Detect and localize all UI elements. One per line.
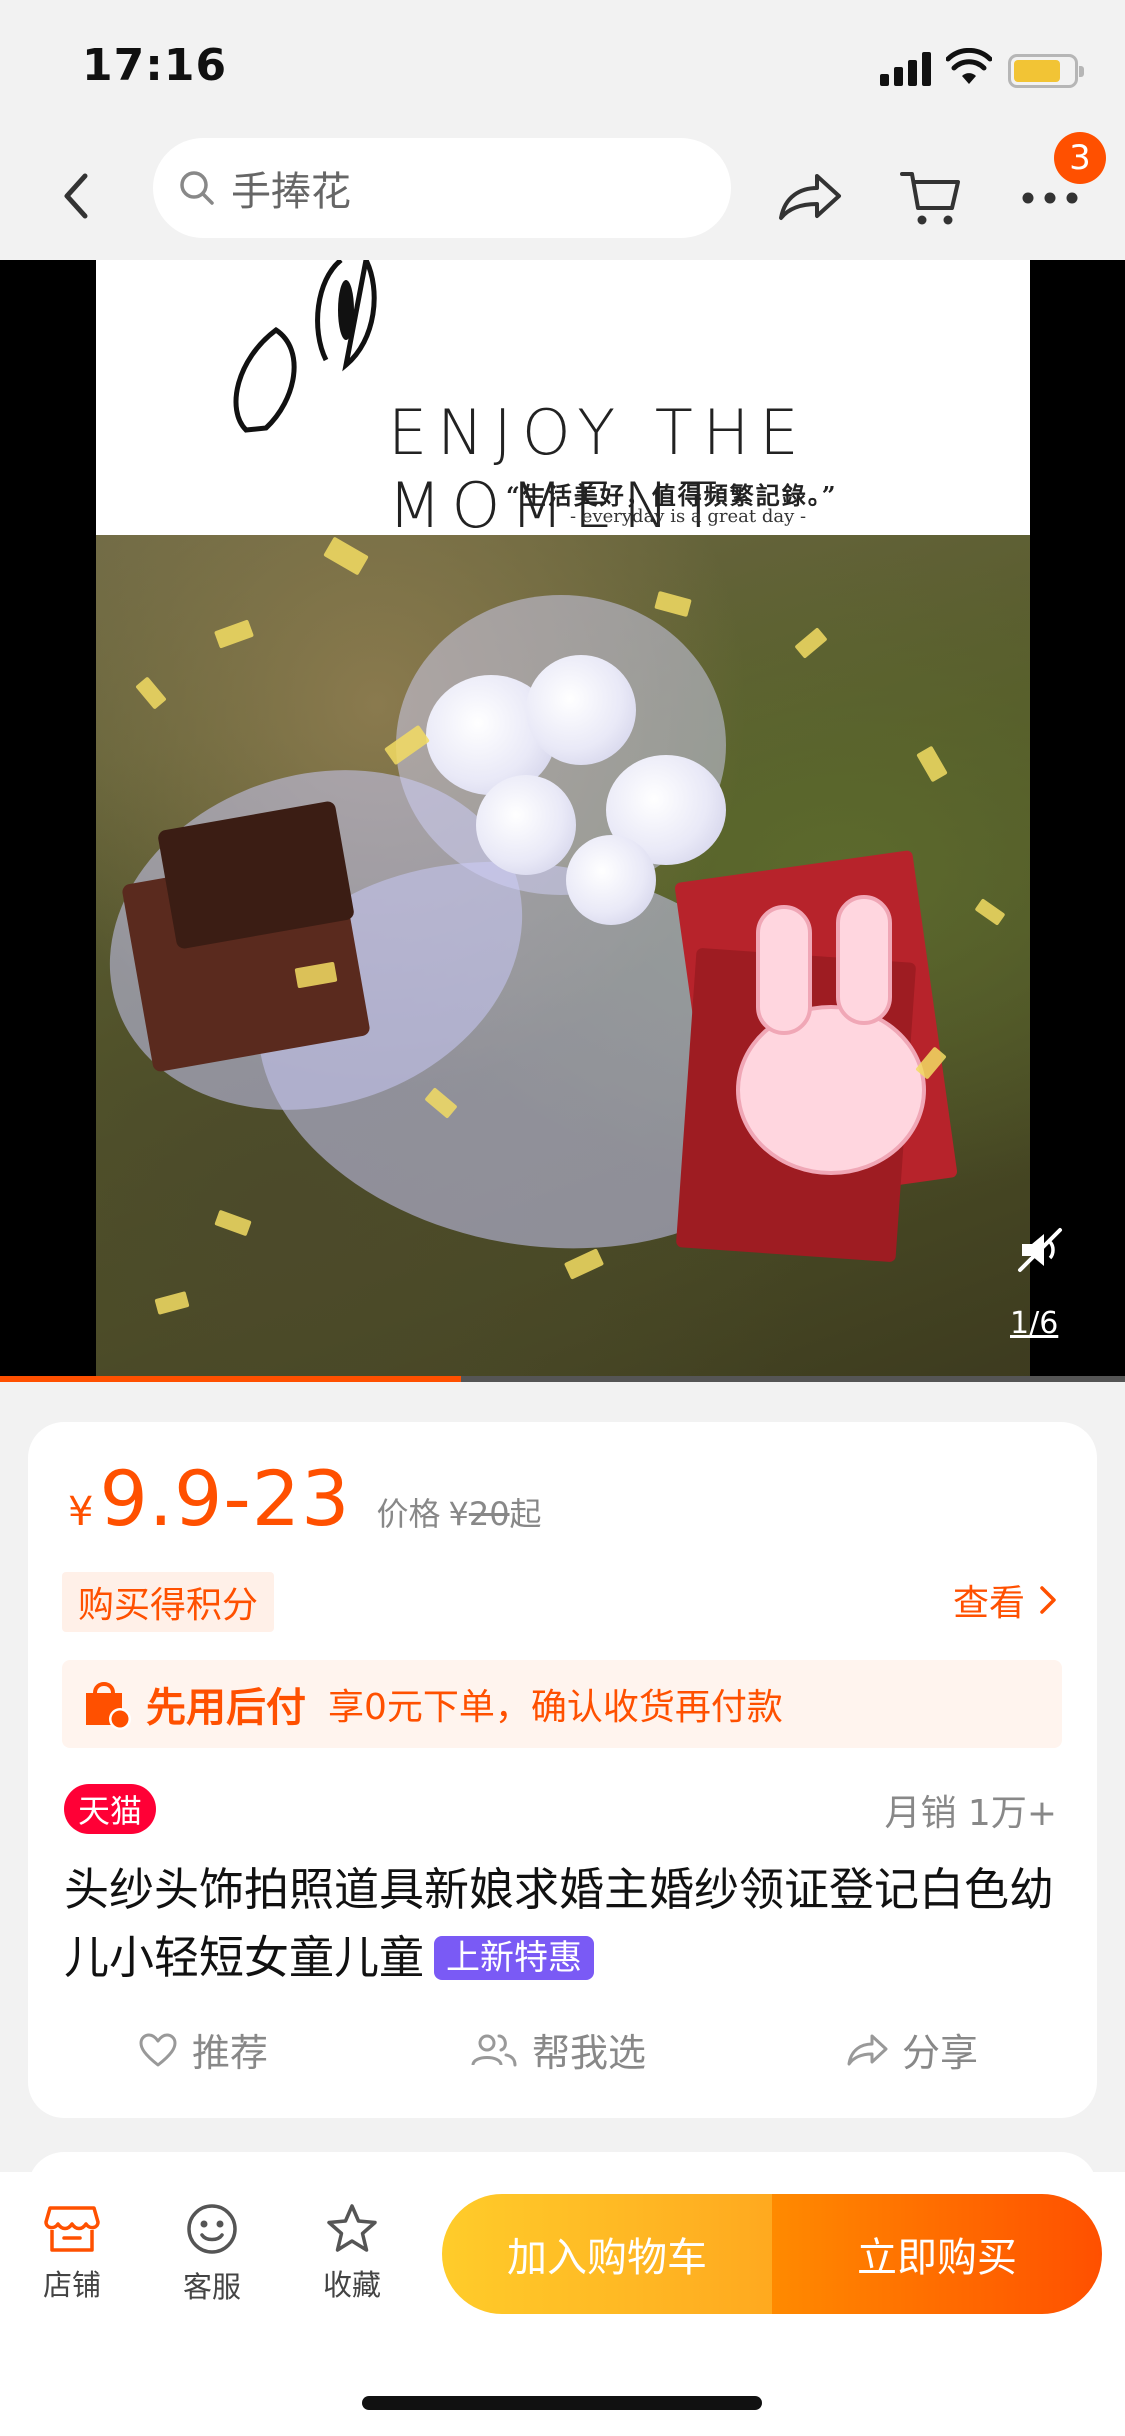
view-link-label: 查看	[952, 1583, 1025, 1624]
store-tab[interactable]: 店铺	[22, 2202, 122, 2304]
recommend-button[interactable]: 推荐	[138, 2022, 268, 2077]
battery-icon	[1008, 54, 1084, 88]
price-row: ¥ 9.9-23 价格 ¥ 20 起	[68, 1454, 542, 1543]
bottom-action-bar: 店铺 客服 收藏 加入购物车 立即购买	[0, 2172, 1125, 2436]
bunny-ears-doodle	[233, 260, 377, 433]
store-tab-label: 店铺	[42, 2268, 101, 2302]
top-nav-bar: 手捧花	[0, 132, 1125, 260]
wifi-icon	[946, 48, 992, 84]
cart-button[interactable]	[892, 160, 968, 236]
mute-icon[interactable]	[1012, 1222, 1068, 1278]
help-choose-button[interactable]: 帮我选	[470, 2022, 646, 2077]
shopping-bag-icon	[86, 1682, 131, 1730]
price-currency: ¥	[68, 1489, 94, 1535]
share-label: 分享	[902, 2031, 979, 2075]
pay-later-description: 享0元下单，确认收货再付款	[328, 1687, 783, 1728]
star-icon	[327, 2204, 377, 2252]
gallery-progress-fill	[0, 1376, 462, 1382]
price-range: 9.9-23	[99, 1454, 351, 1543]
add-to-cart-button[interactable]: 加入购物车	[442, 2194, 772, 2314]
original-price: 20	[468, 1495, 510, 1533]
points-tag: 购买得积分	[62, 1572, 275, 1632]
buy-now-button[interactable]: 立即购买	[772, 2194, 1102, 2314]
photo-scene	[96, 535, 1030, 1382]
gallery-page-indicator: 1/6	[1010, 1306, 1059, 1341]
pay-later-title: 先用后付	[146, 1685, 306, 1731]
product-info-card: ¥ 9.9-23 价格 ¥ 20 起 购买得积分 查看 先用后付 享0元下单，确…	[28, 1422, 1097, 2118]
product-media-gallery[interactable]: ENJOY THE MOMENT “生活美好，值得頻繁記錄。” - everyd…	[0, 260, 1125, 1382]
new-arrival-tag: 上新特惠	[434, 1936, 595, 1980]
search-input[interactable]: 手捧花	[153, 138, 731, 238]
customer-service-tab[interactable]: 客服	[162, 2202, 262, 2306]
help-choose-label: 帮我选	[532, 2031, 647, 2075]
chevron-left-icon	[64, 173, 88, 219]
pay-later-banner[interactable]: 先用后付 享0元下单，确认收货再付款	[62, 1660, 1062, 1748]
monthly-sales: 月销 1万+	[884, 1793, 1057, 1834]
cart-count-badge: 3	[1054, 132, 1106, 184]
store-icon	[44, 2206, 100, 2252]
favorite-tab[interactable]: 收藏	[302, 2202, 402, 2304]
product-title: 头纱头饰拍照道具新娘求婚主婚纱领证登记白色幼儿小轻短女童儿童 上新特惠	[64, 1856, 1074, 1992]
share-button[interactable]	[772, 160, 848, 236]
status-time: 17:16	[82, 40, 228, 91]
original-price-currency: ¥	[448, 1495, 469, 1533]
cellular-signal-icon	[880, 52, 932, 86]
view-points-link[interactable]: 查看	[953, 1574, 1057, 1626]
tmall-badge: 天猫	[64, 1784, 157, 1834]
photo-quote-sub: - everyday is a great day -	[570, 506, 807, 527]
more-icon	[1022, 192, 1078, 204]
gallery-progress-bar	[0, 1376, 1125, 1382]
share-icon	[847, 2034, 888, 2065]
search-placeholder: 手捧花	[231, 169, 351, 215]
people-icon	[471, 2034, 517, 2066]
smiley-icon	[187, 2204, 237, 2254]
home-indicator	[362, 2396, 762, 2410]
back-button[interactable]	[40, 156, 110, 236]
chevron-right-icon	[1040, 1586, 1056, 1614]
search-icon	[180, 171, 214, 205]
product-photo[interactable]: ENJOY THE MOMENT “生活美好，值得頻繁記錄。” - everyd…	[96, 260, 1030, 1382]
photo-caption-area: ENJOY THE MOMENT “生活美好，值得頻繁記錄。” - everyd…	[96, 260, 1030, 542]
original-price-label: 价格	[376, 1495, 441, 1533]
share-icon	[779, 174, 841, 220]
favorite-label: 收藏	[322, 2268, 381, 2302]
status-bar: 17:16	[0, 0, 1125, 132]
share-product-button[interactable]: 分享	[846, 2022, 978, 2077]
original-price-suffix: 起	[509, 1495, 542, 1533]
cart-icon	[900, 172, 960, 225]
recommend-label: 推荐	[192, 2031, 269, 2075]
customer-service-label: 客服	[182, 2270, 241, 2304]
heart-icon	[139, 2033, 177, 2066]
